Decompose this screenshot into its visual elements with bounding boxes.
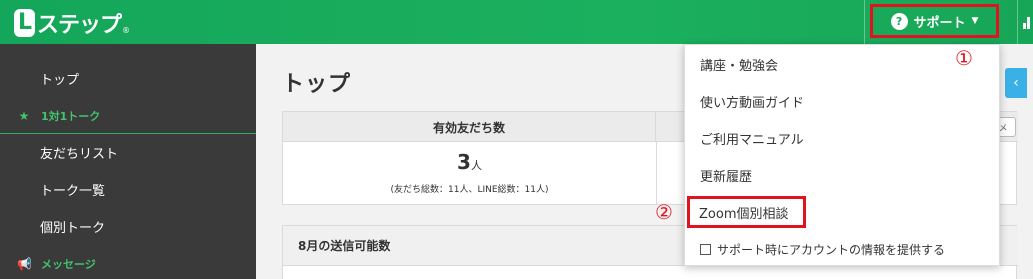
zoom-consultation-label: Zoom個別相談 [699,206,789,222]
collapse-tab-button[interactable]: ‹ [1005,68,1027,98]
sidebar-item-talk-list[interactable]: トーク一覧 [0,171,256,208]
menu-item-update-history[interactable]: 更新履歴 [685,157,1001,194]
stats-header-cell: 有効友だち数 [283,112,656,142]
annotation-marker-2: ② [655,200,673,224]
share-account-info-option[interactable]: サポート時にアカウントの情報を提供する [685,231,1001,267]
sidebar-item-label: 友だちリスト [40,147,119,162]
sidebar-section-label: 1対1トーク [41,109,101,123]
friends-total-note: (友だち総数：11人、LINE総数：11人) [390,185,549,195]
sidebar-item-label: トップ [40,73,80,88]
menu-item-video-guide[interactable]: 使い方動画ガイド [685,83,1001,120]
menu-item-manual[interactable]: ご利用マニュアル [685,120,1001,157]
bar-chart-icon[interactable] [1023,17,1033,29]
sidebar-item-friends-list[interactable]: 友だちリスト [0,134,256,171]
star-icon: ★ [18,108,30,123]
friends-count: 3 [457,150,471,174]
page-title: トップ [282,72,352,97]
chevron-left-icon: ‹ [1013,75,1019,91]
checkbox-label: サポート時にアカウントの情報を提供する [717,242,946,257]
lstep-logo[interactable]: L ステップ ® [14,8,130,38]
sidebar-item-top[interactable]: トップ [0,60,256,97]
support-label: サポート [913,15,966,31]
sidebar-item-individual-talk[interactable]: 個別トーク [0,208,256,245]
header-divider [864,0,865,44]
sidebar-section-1on1-talk[interactable]: ★ 1対1トーク [0,97,256,134]
top-header: L ステップ ® ? サポート ▼ [0,0,1033,44]
chevron-down-icon: ▼ [971,16,979,26]
friends-unit: 人 [470,159,482,172]
logo-text: ステップ [37,13,122,38]
question-circle-icon: ? [890,12,908,30]
registered-mark: ® [122,26,131,35]
support-menu-button[interactable]: ? サポート ▼ [870,4,999,38]
header-divider-right [1017,0,1018,44]
support-dropdown-menu: 講座・勉強会 使い方動画ガイド ご利用マニュアル 更新履歴 サポート時にアカウン… [684,44,1000,266]
sidebar-item-label: トーク一覧 [40,184,106,199]
sidebar-section-message[interactable]: 📢 メッセージ [0,245,256,279]
active-friends-value: 3人 [283,150,656,174]
stats-divider [656,142,657,205]
share-info-checkbox[interactable] [700,243,711,255]
annotation-marker-1: ① [955,46,973,70]
megaphone-icon: 📢 [17,256,32,271]
menu-item-seminar[interactable]: 講座・勉強会 [685,46,1001,83]
logo-mark: L [14,9,36,37]
sidebar-section-label: メッセージ [41,257,96,271]
sidebar: トップ ★ 1対1トーク 友だちリスト トーク一覧 個別トーク 📢 メッセージ [0,44,256,279]
sidebar-item-label: 個別トーク [40,221,106,236]
menu-item-zoom-consultation[interactable]: Zoom個別相談 [687,196,806,228]
